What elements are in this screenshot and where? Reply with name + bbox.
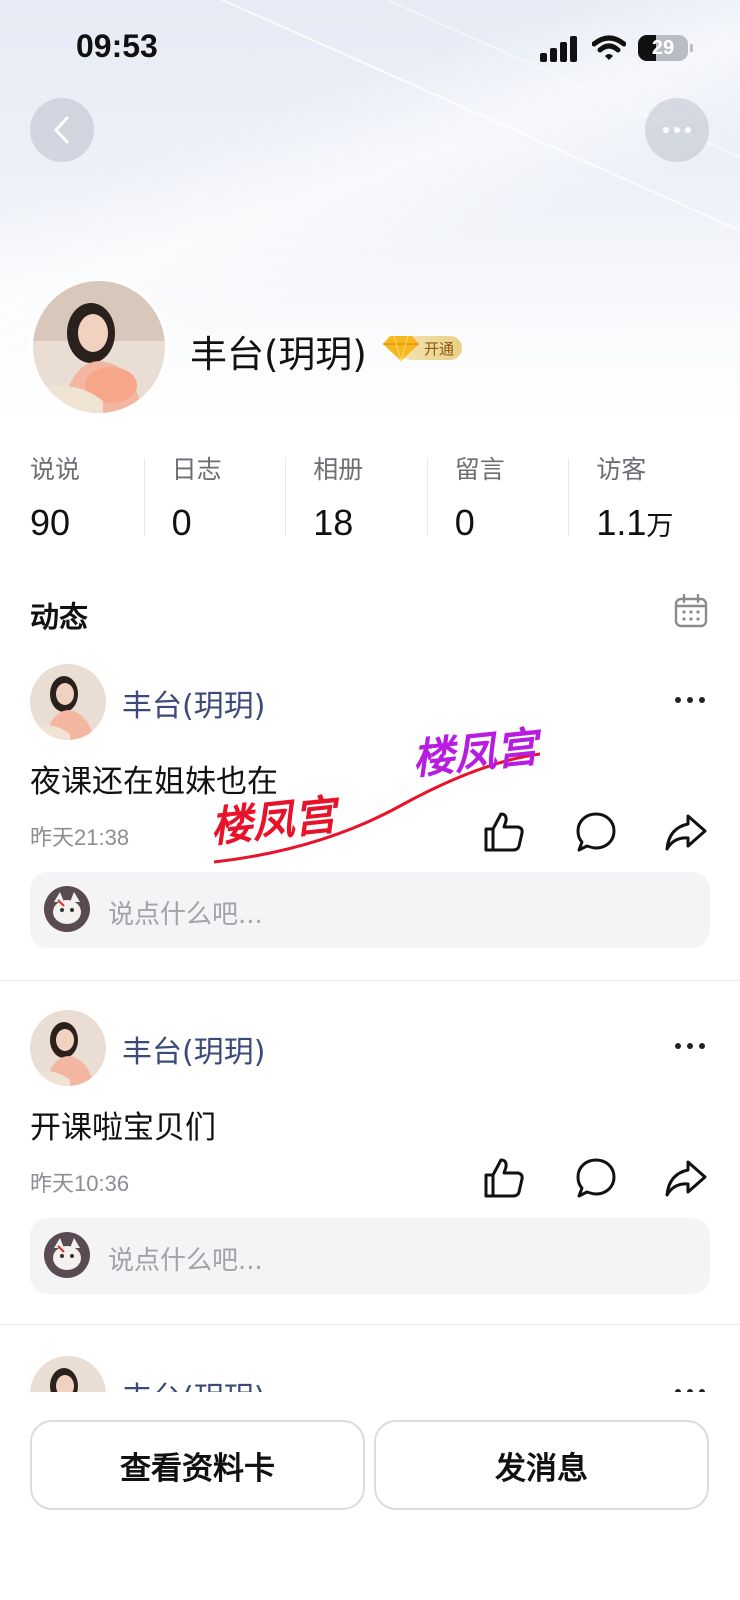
stat-blog[interactable]: 日志 0 <box>143 450 286 550</box>
battery-icon: 29 <box>638 35 693 61</box>
stat-messages[interactable]: 留言 0 <box>426 450 569 550</box>
avatar-photo <box>33 281 165 413</box>
avatar-photo <box>44 886 90 932</box>
stat-value: 18 <box>313 502 354 543</box>
commenter-avatar <box>44 886 90 932</box>
post-time: 昨天21:38 <box>30 825 130 850</box>
vip-badge[interactable]: 开通 <box>382 334 462 362</box>
stat-label: 日志 <box>171 455 222 484</box>
stat-unit: 万 <box>646 511 674 542</box>
post-avatar[interactable] <box>30 664 106 740</box>
avatar-photo <box>30 664 106 740</box>
ellipsis-icon <box>663 127 691 133</box>
like-icon[interactable] <box>482 810 526 854</box>
more-options-button[interactable] <box>645 98 709 162</box>
avatar-photo <box>30 1356 106 1392</box>
post-author[interactable]: 丰台(玥玥) <box>122 1373 265 1392</box>
comment-icon[interactable] <box>574 810 618 854</box>
wifi-icon <box>592 35 626 60</box>
chevron-left-icon <box>54 116 69 144</box>
post-avatar[interactable] <box>30 1010 106 1086</box>
view-profile-card-button[interactable]: 查看资料卡 <box>30 1420 365 1510</box>
profile-avatar[interactable] <box>30 278 168 416</box>
like-icon[interactable] <box>482 1156 526 1200</box>
profile-page: 09:53 29 丰台(玥玥) 开通 说说 90 日志 0 相册 18 留言 0… <box>0 0 740 1600</box>
stat-posts[interactable]: 说说 90 <box>30 450 144 550</box>
status-bar: 09:53 29 <box>0 0 740 96</box>
stat-value: 90 <box>30 502 71 543</box>
stat-value: 1.1万 <box>596 502 674 543</box>
stat-visitors[interactable]: 访客 1.1万 <box>568 450 710 550</box>
comment-icon[interactable] <box>574 1156 618 1200</box>
post-author[interactable]: 丰台(玥玥) <box>122 681 265 725</box>
comment-placeholder: 说点什么吧... <box>108 1246 263 1276</box>
send-message-button[interactable]: 发消息 <box>374 1420 709 1510</box>
comment-input[interactable]: 说点什么吧... <box>30 872 710 948</box>
post-menu-icon[interactable] <box>674 1040 706 1052</box>
commenter-avatar <box>44 1232 90 1278</box>
avatar-photo <box>30 1010 106 1086</box>
divider <box>0 980 740 981</box>
cellular-signal-icon <box>540 36 577 62</box>
post-time: 昨天10:36 <box>30 1171 130 1196</box>
calendar-icon[interactable] <box>674 594 708 628</box>
post-text: 开课啦宝贝们 <box>30 1110 216 1146</box>
stat-label: 访客 <box>596 455 647 484</box>
post-menu-icon[interactable] <box>674 694 706 706</box>
stat-album[interactable]: 相册 18 <box>285 450 427 550</box>
avatar-photo <box>44 1232 90 1278</box>
profile-stats: 说说 90 日志 0 相册 18 留言 0 访客 1.1万 <box>30 450 710 550</box>
post-text: 夜课还在姐妹也在 <box>30 764 278 800</box>
vip-label: 开通 <box>424 340 455 358</box>
bottom-action-bar: 查看资料卡 发消息 <box>0 1392 740 1600</box>
battery-level: 29 <box>651 36 675 59</box>
feed-title: 动态 <box>30 600 89 634</box>
stat-value: 0 <box>171 502 192 543</box>
share-icon[interactable] <box>664 1156 708 1200</box>
feed-post: 丰台(玥玥) <box>0 1356 740 1392</box>
stat-label: 相册 <box>313 455 364 484</box>
profile-name: 丰台(玥玥) <box>190 333 367 376</box>
stat-value: 0 <box>454 502 475 543</box>
divider <box>0 1324 740 1325</box>
back-button[interactable] <box>30 98 94 162</box>
comment-placeholder: 说点什么吧... <box>108 900 263 930</box>
feed-post: 丰台(玥玥) 夜课还在姐妹也在 昨天21:38 说点什么吧... <box>0 664 740 964</box>
comment-input[interactable]: 说点什么吧... <box>30 1218 710 1294</box>
feed-post: 丰台(玥玥) 开课啦宝贝们 昨天10:36 说点什么吧... <box>0 1010 740 1310</box>
stat-label: 说说 <box>30 455 81 484</box>
diamond-icon <box>383 335 419 362</box>
post-avatar[interactable] <box>30 1356 106 1392</box>
share-icon[interactable] <box>664 810 708 854</box>
stat-label: 留言 <box>454 455 505 484</box>
post-author[interactable]: 丰台(玥玥) <box>122 1027 265 1071</box>
status-time: 09:53 <box>76 28 158 64</box>
